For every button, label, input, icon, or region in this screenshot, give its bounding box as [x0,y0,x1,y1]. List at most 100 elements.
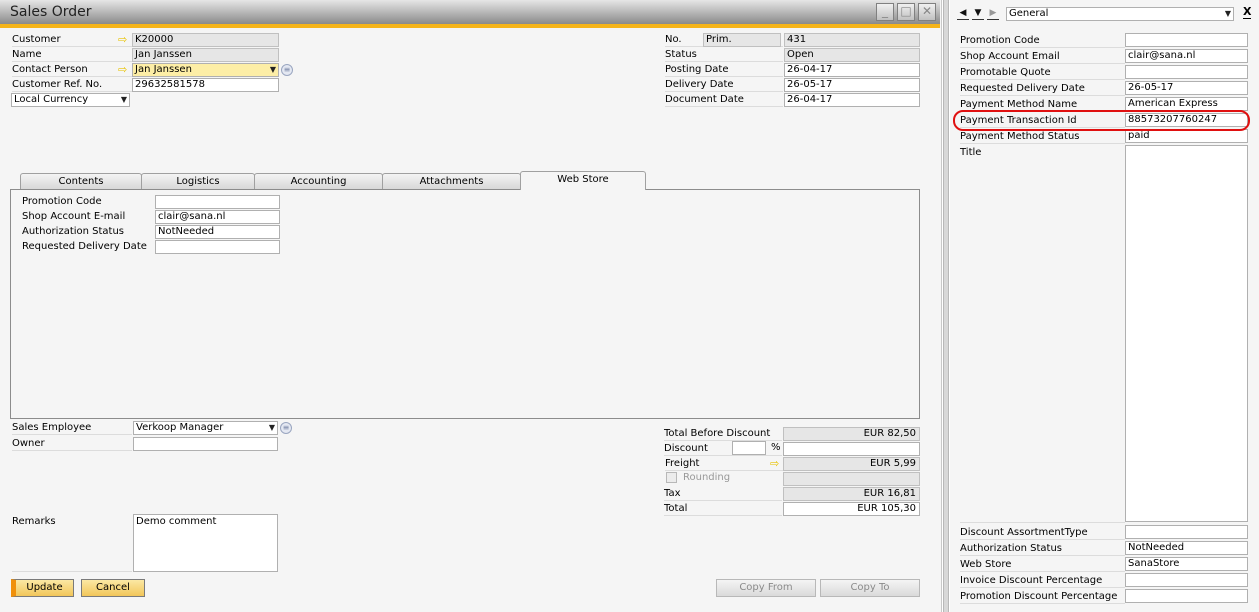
discount-amount-field[interactable] [783,442,920,456]
total-before-discount-label: Total Before Discount [664,427,782,441]
udf-label: Promotion Discount Percentage [960,590,1125,604]
udf-authorization-status-field[interactable]: NotNeeded [1125,541,1248,555]
user-defined-fields-panel: ◀ ▼ ▶ General ▼ X Promotion Code Shop Ac… [950,0,1259,612]
remarks-textarea[interactable]: Demo comment [133,514,278,572]
close-icon[interactable]: X [1243,6,1252,19]
sales-employee-select[interactable]: Verkoop Manager ▼ [133,421,278,435]
copy-to-button[interactable]: Copy To [820,579,920,597]
udf-payment-method-status-field[interactable]: paid [1125,129,1248,143]
link-arrow-icon[interactable]: ⇨ [118,64,130,75]
tab-contents[interactable]: Contents [20,173,142,189]
udf-invoice-discount-field[interactable] [1125,573,1248,587]
udf-label: Web Store [960,558,1125,572]
udf-label: Discount AssortmentType [960,526,1125,540]
highlight-annotation-circle [953,110,1250,131]
udf-payment-method-name-field[interactable]: American Express [1125,97,1248,111]
udf-req-delivery-field[interactable]: 26-05-17 [1125,81,1248,95]
chevron-down-icon[interactable]: ▼ [269,422,275,434]
chevron-down-icon[interactable]: ▼ [121,94,127,106]
contact-person-label: Contact Person [12,63,132,77]
udf-label: Invoice Discount Percentage [960,574,1125,588]
freight-label: Freight [665,457,783,471]
posting-date-field[interactable]: 26-04-17 [784,63,920,77]
tab-accounting[interactable]: Accounting [254,173,383,189]
ws-req-delivery-field[interactable] [155,240,280,254]
status-label: Status [665,48,783,62]
link-arrow-icon[interactable]: ⇨ [770,458,782,469]
panel-splitter[interactable] [943,0,949,612]
owner-label: Owner [12,437,132,451]
udf-discount-assortment-field[interactable] [1125,525,1248,539]
sales-employee-value: Verkoop Manager [136,422,224,433]
close-icon[interactable]: ✕ [918,3,936,21]
list-icon[interactable]: ≡ [280,422,292,434]
copy-from-button[interactable]: Copy From [716,579,816,597]
udf-web-store-field[interactable]: SanaStore [1125,557,1248,571]
ws-shop-email-label: Shop Account E-mail [22,211,126,222]
next-icon[interactable]: ▶ [987,7,999,20]
delivery-date-field[interactable]: 26-05-17 [784,78,920,92]
percent-sign: % [771,442,781,453]
category-select[interactable]: General ▼ [1006,7,1234,21]
customer-label: Customer [12,33,132,47]
ws-auth-status-field[interactable]: NotNeeded [155,225,280,239]
divider [960,522,1125,523]
title-accent-bar [0,24,940,28]
maximize-icon[interactable]: □ [897,3,915,21]
udf-title-textarea[interactable] [1125,145,1248,522]
title-bar[interactable]: Sales Order _ □ ✕ [0,0,940,24]
rounding-field[interactable] [783,472,920,486]
total-field[interactable]: EUR 105,30 [783,502,920,516]
ws-promotion-code-field[interactable] [155,195,280,209]
tax-field[interactable]: EUR 16,81 [783,487,920,501]
ws-shop-email-field[interactable]: clair@sana.nl [155,210,280,224]
document-date-field[interactable]: 26-04-17 [784,93,920,107]
remarks-label: Remarks [12,516,56,527]
previous-icon[interactable]: ◀ [957,7,969,20]
total-label: Total [664,502,782,516]
tab-attachments[interactable]: Attachments [382,173,521,189]
chevron-down-icon[interactable]: ▼ [1225,8,1231,20]
freight-field[interactable]: EUR 5,99 [783,457,920,471]
currency-value: Local Currency [14,94,89,105]
chevron-down-icon[interactable]: ▼ [270,64,276,76]
doc-number-field[interactable]: 431 [784,33,920,47]
udf-shop-email-field[interactable]: clair@sana.nl [1125,49,1248,63]
udf-promotion-discount-field[interactable] [1125,589,1248,603]
owner-field[interactable] [133,437,278,451]
status-field[interactable]: Open [784,48,920,62]
udf-label: Promotion Code [960,34,1125,48]
udf-label: Shop Account Email [960,50,1125,64]
udf-label: Payment Method Status [960,130,1125,144]
tax-label: Tax [664,487,782,501]
link-arrow-icon[interactable]: ⇨ [118,34,130,45]
list-icon[interactable]: ≡ [281,64,293,76]
currency-select[interactable]: Local Currency ▼ [11,93,130,107]
udf-label: Title [960,147,982,158]
series-select[interactable]: Prim. [703,33,781,47]
cancel-button[interactable]: Cancel [81,579,145,597]
tab-web-store[interactable]: Web Store [520,171,646,190]
contact-person-value: Jan Janssen [135,64,192,75]
dropdown-nav-icon[interactable]: ▼ [972,7,984,20]
category-value: General [1009,8,1049,19]
customer-field[interactable]: K20000 [132,33,279,47]
customer-ref-label: Customer Ref. No. [12,78,132,92]
customer-ref-field[interactable]: 29632581578 [132,78,279,92]
udf-promotion-code-field[interactable] [1125,33,1248,47]
ws-promotion-code-label: Promotion Code [22,196,102,207]
rounding-checkbox[interactable] [666,472,677,483]
udf-promotable-quote-field[interactable] [1125,65,1248,79]
document-date-label: Document Date [665,93,783,107]
total-before-discount-field[interactable]: EUR 82,50 [783,427,920,441]
divider [12,571,132,572]
name-label: Name [12,48,132,62]
tab-logistics[interactable]: Logistics [141,173,255,189]
minimize-icon[interactable]: _ [876,3,894,21]
window-title: Sales Order [10,4,92,20]
name-field[interactable]: Jan Janssen [132,48,279,62]
update-button[interactable]: Update [11,579,74,597]
discount-percent-field[interactable] [732,441,766,455]
contact-person-select[interactable]: Jan Janssen ▼ [132,63,279,77]
udf-label: Authorization Status [960,542,1125,556]
